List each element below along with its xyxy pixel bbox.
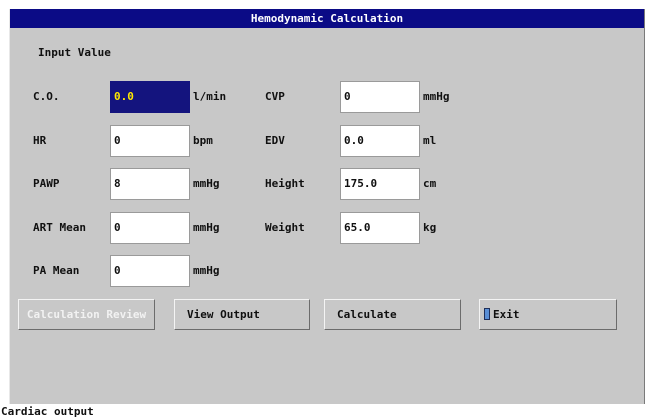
pawp-label: PAWP [33,177,60,190]
height-unit: cm [423,177,437,190]
hr-unit: bpm [193,134,213,147]
exit-button[interactable]: Exit [479,299,617,330]
weight-label: Weight [265,221,305,234]
pa-mean-unit: mmHg [193,264,220,277]
exit-button-label: Exit [493,308,520,321]
pa-mean-input[interactable]: 0 [110,255,190,287]
status-bar: Cardiac output [0,404,661,420]
art-mean-unit: mmHg [193,221,220,234]
co-label: C.O. [33,90,60,103]
height-label: Height [265,177,305,190]
calculation-review-button[interactable]: Calculation Review [18,299,155,330]
height-input[interactable]: 175.0 [340,168,420,200]
edv-unit: ml [423,134,437,147]
cvp-unit: mmHg [423,90,450,103]
view-output-button[interactable]: View Output [174,299,310,330]
hr-label: HR [33,134,47,147]
cvp-label: CVP [265,90,285,103]
hemodynamic-calculation-window: Hemodynamic Calculation Input Value C.O.… [9,9,645,404]
pawp-unit: mmHg [193,177,220,190]
pawp-input[interactable]: 8 [110,168,190,200]
status-text: Cardiac output [1,405,94,418]
input-value-label: Input Value [38,46,111,59]
co-unit: l/min [193,90,227,103]
weight-unit: kg [423,221,437,234]
art-mean-label: ART Mean [33,221,86,234]
co-input[interactable]: 0.0 [110,81,190,113]
pa-mean-label: PA Mean [33,264,80,277]
exit-icon [484,308,490,320]
cvp-input[interactable]: 0 [340,81,420,113]
art-mean-input[interactable]: 0 [110,212,190,244]
edv-label: EDV [265,134,285,147]
edv-input[interactable]: 0.0 [340,125,420,157]
calculate-button[interactable]: Calculate [324,299,461,330]
hr-input[interactable]: 0 [110,125,190,157]
weight-input[interactable]: 65.0 [340,212,420,244]
window-title: Hemodynamic Calculation [10,9,644,28]
